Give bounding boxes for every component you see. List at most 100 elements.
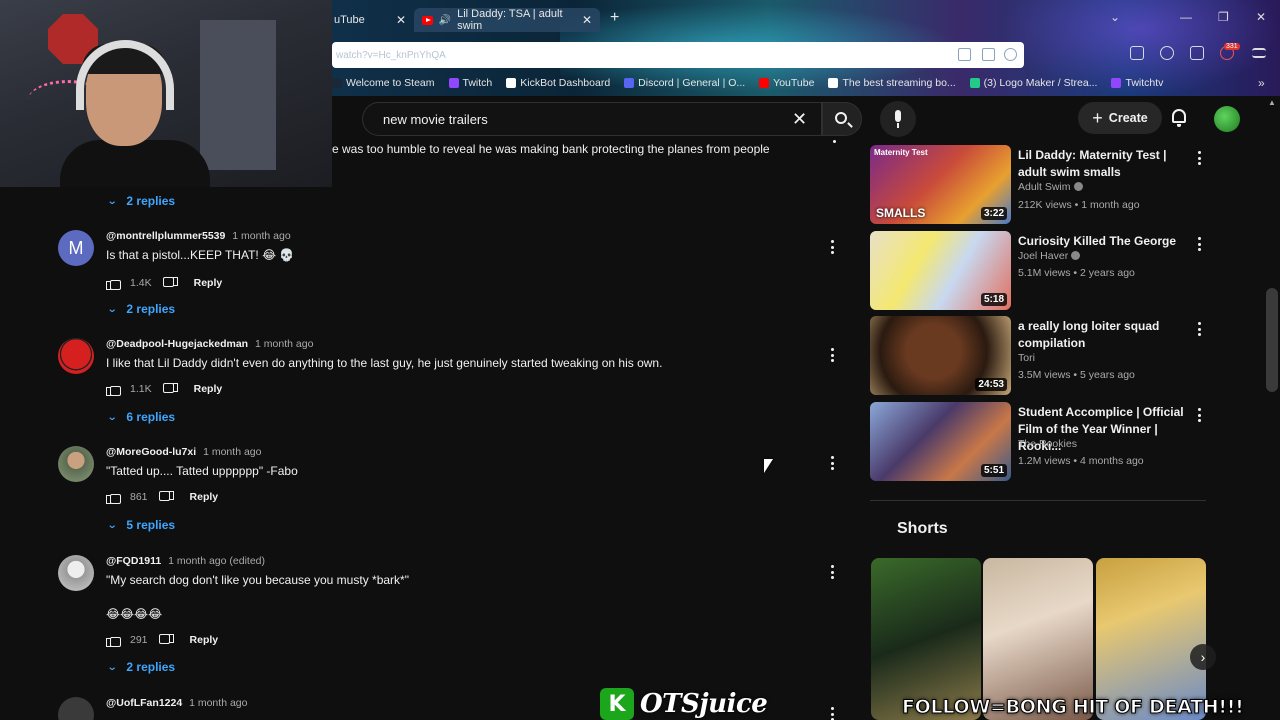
more-bookmarks-icon[interactable]: » (1258, 76, 1265, 90)
video-thumbnail[interactable]: 5:18 (870, 231, 1011, 310)
bookmark-item[interactable]: (3) Logo Maker / Strea... (969, 74, 1097, 92)
video-menu-icon[interactable] (1198, 408, 1202, 422)
comment-author[interactable]: @MoreGood-lu7xi (106, 446, 196, 458)
comment-menu-icon[interactable] (830, 240, 834, 254)
replies-toggle[interactable]: ⌄ 2 replies (107, 194, 175, 208)
dislike-icon[interactable] (158, 633, 174, 646)
bookmark-item[interactable]: Discord | General | O... (624, 74, 745, 92)
comment-author[interactable]: @montrellplummer5539 (106, 230, 225, 242)
bookmark-item[interactable]: YouTube (759, 74, 814, 92)
create-label: Create (1108, 111, 1148, 125)
bookmark-item[interactable]: KickBot Dashboard (506, 74, 610, 92)
related-video[interactable]: 5:51 Student Accomplice | Official Film … (870, 402, 1210, 482)
chevron-right-icon[interactable]: › (1190, 644, 1216, 670)
library-icon[interactable] (1130, 46, 1144, 60)
related-video[interactable]: Maternity Test SMALLS 3:22 Lil Daddy: Ma… (870, 145, 1210, 225)
video-title[interactable]: Lil Daddy: Maternity Test | adult swim s… (1018, 147, 1190, 181)
comment-menu-icon[interactable] (830, 707, 834, 720)
comment-menu-icon[interactable] (830, 348, 834, 362)
video-thumbnail[interactable]: Maternity Test SMALLS 3:22 (870, 145, 1011, 224)
dislike-icon[interactable] (158, 490, 174, 503)
comment-thread: @Deadpool-Hugejackedman 1 month ago I li… (58, 338, 848, 408)
search-button[interactable] (822, 102, 862, 136)
speaker-icon[interactable]: 🔊 (439, 15, 451, 26)
reply-button[interactable]: Reply (190, 634, 219, 646)
bookmark-item[interactable]: Welcome to Steam (332, 74, 435, 92)
reader-view-icon[interactable] (958, 48, 971, 61)
tab-youtube[interactable]: uTube ✕ (334, 8, 414, 32)
video-title[interactable]: Curiosity Killed The George (1018, 233, 1190, 250)
comment-menu-icon[interactable] (830, 565, 834, 579)
comment-time[interactable]: 1 month ago (255, 338, 313, 350)
related-video[interactable]: 5:18 Curiosity Killed The George Joel Ha… (870, 231, 1210, 311)
bookmark-item[interactable]: The best streaming bo... (828, 74, 956, 92)
comment-author[interactable]: @FQD1911 (106, 555, 161, 567)
comment-menu-icon[interactable] (830, 456, 834, 470)
channel-name[interactable]: Tori (1018, 352, 1035, 364)
account-icon[interactable] (1160, 46, 1174, 60)
reply-button[interactable]: Reply (190, 491, 219, 503)
channel-name[interactable]: Adult Swim (1018, 181, 1083, 193)
search-input[interactable]: new movie trailers ✕ (362, 102, 822, 136)
close-tab-icon[interactable]: ✕ (582, 13, 592, 27)
reply-button[interactable]: Reply (194, 383, 223, 395)
video-thumbnail[interactable]: 24:53 (870, 316, 1011, 395)
address-bar[interactable]: watch?v=Hc_knPnYhQA (332, 42, 1024, 68)
video-menu-icon[interactable] (1198, 237, 1202, 251)
new-tab-button[interactable]: + (610, 9, 619, 27)
like-icon[interactable] (106, 276, 121, 290)
comment-time[interactable]: 1 month ago (203, 446, 261, 458)
channel-name[interactable]: Joel Haver (1018, 250, 1081, 262)
like-count: 1.4K (130, 276, 152, 289)
replies-toggle[interactable]: ⌄ 5 replies (107, 518, 175, 532)
scroll-up-arrow-icon[interactable]: ▲ (1268, 98, 1276, 107)
comment-author[interactable]: @Deadpool-Hugejackedman (106, 338, 248, 350)
tab-lil-daddy[interactable]: 🔊 Lil Daddy: TSA | adult swim ✕ (414, 8, 600, 32)
comment-time[interactable]: 1 month ago (232, 230, 290, 242)
comment-time[interactable]: 1 month ago (189, 697, 247, 709)
avatar[interactable]: M (58, 230, 94, 266)
video-title[interactable]: a really long loiter squad compilation (1018, 318, 1190, 352)
avatar[interactable] (58, 697, 94, 720)
minimize-icon[interactable]: — (1180, 10, 1192, 24)
comment-time[interactable]: 1 month ago (edited) (168, 555, 265, 567)
like-icon[interactable] (106, 633, 121, 647)
avatar[interactable] (58, 338, 94, 374)
close-window-icon[interactable]: ✕ (1256, 10, 1266, 24)
menu-hamburger-icon[interactable] (1252, 48, 1266, 58)
channel-name[interactable]: The Rookies (1018, 438, 1077, 450)
comment-menu-icon[interactable] (832, 140, 836, 146)
voice-search-mic-icon[interactable] (880, 101, 916, 137)
maximize-icon[interactable]: ❐ (1218, 10, 1229, 24)
video-menu-icon[interactable] (1198, 151, 1202, 165)
notifications-bell-icon[interactable] (1172, 109, 1186, 127)
video-menu-icon[interactable] (1198, 322, 1202, 336)
scrollbar-thumb[interactable] (1266, 288, 1278, 392)
reply-button[interactable]: Reply (194, 277, 223, 289)
like-icon[interactable] (106, 490, 121, 504)
bookmark-item[interactable]: Twitch (448, 74, 492, 92)
clear-search-icon[interactable]: ✕ (792, 109, 807, 130)
dislike-icon[interactable] (162, 382, 178, 395)
save-page-icon[interactable] (982, 48, 995, 61)
bookmark-item[interactable]: Twitchtv (1111, 74, 1163, 92)
plus-icon: + (1092, 107, 1103, 128)
bookmark-star-icon[interactable] (1004, 48, 1017, 61)
replies-toggle[interactable]: ⌄ 2 replies (107, 660, 175, 674)
replies-toggle[interactable]: ⌄ 2 replies (107, 302, 175, 316)
like-icon[interactable] (106, 382, 121, 396)
related-video[interactable]: 24:53 a really long loiter squad compila… (870, 316, 1210, 396)
comment-author[interactable]: @UofLFan1224 (106, 697, 182, 709)
comment-header: @FQD1911 1 month ago (edited) (106, 555, 265, 567)
avatar[interactable] (58, 446, 94, 482)
extensions-icon[interactable] (1190, 46, 1204, 60)
video-thumbnail[interactable]: 5:51 (870, 402, 1011, 481)
replies-toggle[interactable]: ⌄ 6 replies (107, 410, 175, 424)
avatar[interactable] (58, 555, 94, 591)
dislike-icon[interactable] (162, 276, 178, 289)
create-button[interactable]: + Create (1078, 102, 1162, 134)
account-avatar[interactable] (1214, 106, 1240, 132)
close-tab-icon[interactable]: ✕ (396, 13, 406, 27)
tab-list-chevron-icon[interactable]: ⌄ (1110, 10, 1120, 24)
bookmark-favicon-icon (969, 78, 980, 88)
